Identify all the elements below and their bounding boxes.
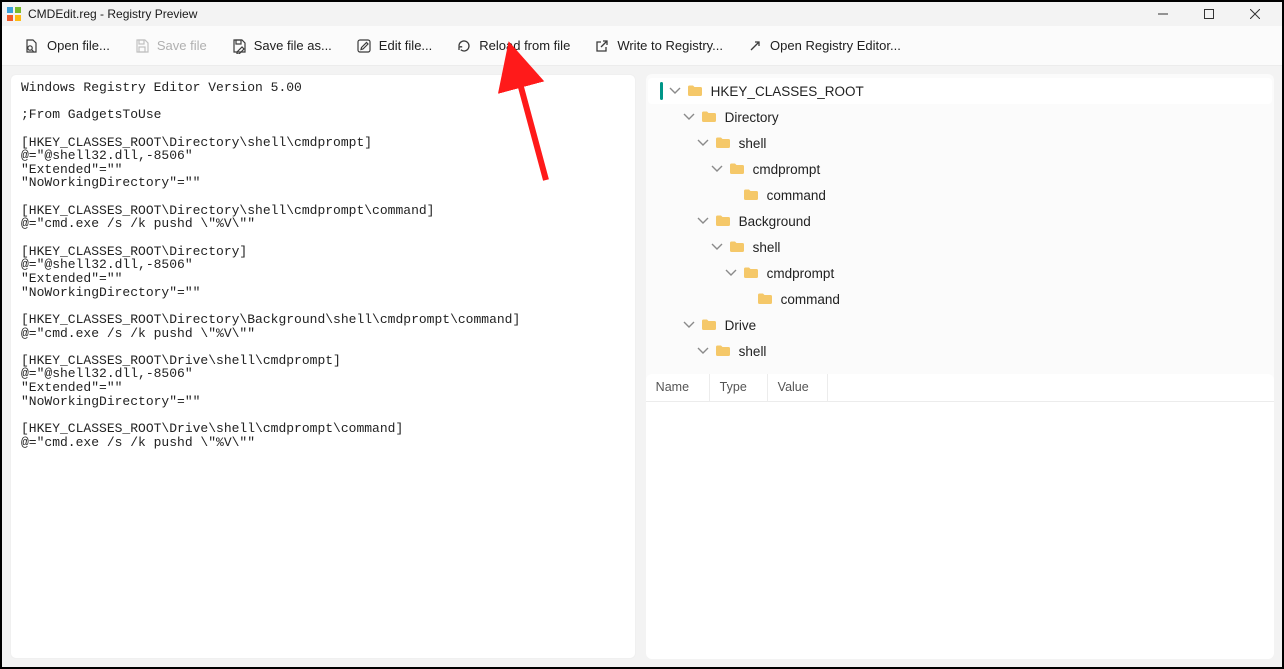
tree-item-label: shell xyxy=(753,240,781,255)
values-pane: Name Type Value xyxy=(646,374,1274,659)
folder-icon xyxy=(715,343,731,359)
close-button[interactable] xyxy=(1232,2,1278,26)
chevron-down-icon[interactable] xyxy=(697,137,709,149)
tree-item[interactable]: Drive xyxy=(648,312,1272,338)
save-file-label: Save file xyxy=(157,38,207,53)
open-registry-editor-label: Open Registry Editor... xyxy=(770,38,901,53)
app-icon xyxy=(6,6,22,22)
folder-icon xyxy=(715,213,731,229)
folder-icon xyxy=(701,317,717,333)
folder-icon xyxy=(701,109,717,125)
folder-icon xyxy=(715,135,731,151)
write-registry-label: Write to Registry... xyxy=(617,38,723,53)
save-as-label: Save file as... xyxy=(254,38,332,53)
folder-icon xyxy=(729,161,745,177)
chevron-down-icon[interactable] xyxy=(683,319,695,331)
tree-item-label: HKEY_CLASSES_ROOT xyxy=(711,84,864,99)
tree-item-label: shell xyxy=(739,136,767,151)
tree-item[interactable]: shell xyxy=(648,130,1272,156)
tree-item-label: cmdprompt xyxy=(753,162,821,177)
chevron-down-icon[interactable] xyxy=(669,85,681,97)
col-value[interactable]: Value xyxy=(768,374,828,401)
chevron-down-icon[interactable] xyxy=(711,241,723,253)
reload-label: Reload from file xyxy=(479,38,570,53)
save-as-button[interactable]: Save file as... xyxy=(219,32,344,60)
tree-item[interactable]: cmdprompt xyxy=(648,260,1272,286)
chevron-down-icon[interactable] xyxy=(697,345,709,357)
folder-icon xyxy=(687,83,703,99)
tree-item-label: Background xyxy=(739,214,811,229)
tree-pane: HKEY_CLASSES_ROOT Directory shell cmdprompt… xyxy=(646,74,1274,659)
open-file-label: Open file... xyxy=(47,38,110,53)
values-header: Name Type Value xyxy=(646,374,1274,402)
folder-icon xyxy=(729,239,745,255)
tree-item[interactable]: HKEY_CLASSES_ROOT xyxy=(648,78,1272,104)
selection-marker xyxy=(660,82,663,100)
chevron-down-icon[interactable] xyxy=(711,163,723,175)
tree-item[interactable]: Background xyxy=(648,208,1272,234)
col-type[interactable]: Type xyxy=(710,374,768,401)
tree-item-label: Directory xyxy=(725,110,779,125)
maximize-button[interactable] xyxy=(1186,2,1232,26)
folder-icon xyxy=(743,265,759,281)
editor-pane[interactable]: Windows Registry Editor Version 5.00 ;Fr… xyxy=(10,74,636,659)
tree-item-label: command xyxy=(767,188,826,203)
tree-item[interactable]: shell xyxy=(648,234,1272,260)
open-icon xyxy=(24,38,40,54)
tree-item[interactable]: cmdprompt xyxy=(648,156,1272,182)
reload-button[interactable]: Reload from file xyxy=(444,32,582,60)
save-file-button: Save file xyxy=(122,32,219,60)
tree-item[interactable]: command xyxy=(648,182,1272,208)
titlebar: CMDEdit.reg - Registry Preview xyxy=(2,2,1282,26)
editor-text[interactable]: Windows Registry Editor Version 5.00 ;Fr… xyxy=(21,81,625,449)
write-icon xyxy=(594,38,610,54)
tree-item-label: command xyxy=(781,292,840,307)
tree-item[interactable]: Directory xyxy=(648,104,1272,130)
edit-icon xyxy=(356,38,372,54)
edit-file-button[interactable]: Edit file... xyxy=(344,32,444,60)
minimize-button[interactable] xyxy=(1140,2,1186,26)
chevron-down-icon[interactable] xyxy=(725,267,737,279)
folder-icon xyxy=(757,291,773,307)
tree-item-label: shell xyxy=(739,344,767,359)
edit-file-label: Edit file... xyxy=(379,38,432,53)
open-editor-icon xyxy=(747,38,763,54)
save-icon xyxy=(134,38,150,54)
tree-item-label: Drive xyxy=(725,318,757,333)
open-file-button[interactable]: Open file... xyxy=(12,32,122,60)
chevron-down-icon[interactable] xyxy=(683,111,695,123)
toolbar: Open file... Save file Save file as... E… xyxy=(2,26,1282,66)
tree-item[interactable]: command xyxy=(648,286,1272,312)
col-name[interactable]: Name xyxy=(646,374,710,401)
open-registry-editor-button[interactable]: Open Registry Editor... xyxy=(735,32,913,60)
write-registry-button[interactable]: Write to Registry... xyxy=(582,32,735,60)
reload-icon xyxy=(456,38,472,54)
folder-icon xyxy=(743,187,759,203)
tree-item[interactable]: shell xyxy=(648,338,1272,364)
registry-tree[interactable]: HKEY_CLASSES_ROOT Directory shell cmdprompt… xyxy=(646,74,1274,370)
chevron-down-icon[interactable] xyxy=(697,215,709,227)
save-as-icon xyxy=(231,38,247,54)
values-body xyxy=(646,402,1274,659)
tree-item-label: cmdprompt xyxy=(767,266,835,281)
window-controls xyxy=(1140,2,1278,26)
window-title: CMDEdit.reg - Registry Preview xyxy=(28,7,197,21)
